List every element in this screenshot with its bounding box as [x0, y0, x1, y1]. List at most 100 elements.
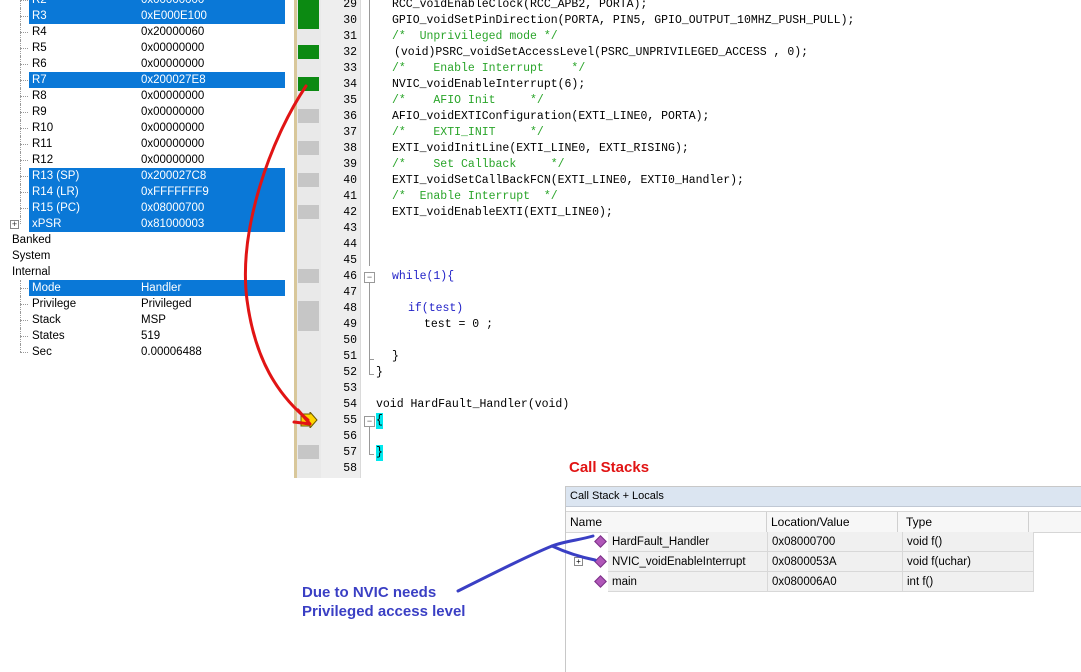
- line-number: 35: [343, 94, 357, 107]
- code-line-if[interactable]: if(test): [408, 301, 463, 317]
- code-comment[interactable]: /* AFIO Init */: [392, 93, 544, 109]
- coverage-not-executed-block: [298, 173, 319, 187]
- line-number: 51: [343, 350, 357, 363]
- register-value[interactable]: 0xE000E100: [141, 8, 207, 24]
- register-value[interactable]: 0x00000000: [141, 104, 204, 120]
- code-line[interactable]: }: [392, 349, 399, 365]
- code-comment[interactable]: /* Unprivileged mode */: [392, 29, 558, 45]
- register-name: R7: [32, 74, 47, 86]
- code-line[interactable]: GPIO_voidSetPinDirection(PORTA, PIN5, GP…: [392, 13, 854, 29]
- register-value[interactable]: 0xFFFFFFF9: [141, 184, 209, 200]
- register-value[interactable]: 0x00000000: [141, 120, 204, 136]
- line-number: 48: [343, 302, 357, 315]
- call-stack-row[interactable]: main 0x080006A0 int f(): [566, 572, 1036, 592]
- code-editor[interactable]: − − 29 30 31 32 33 34 35 36 37 38 39 40 …: [286, 0, 1081, 478]
- fold-end: [369, 374, 374, 375]
- code-line[interactable]: RCC_voidEnableClock(RCC_APB2, PORTA);: [392, 0, 647, 13]
- column-header-name[interactable]: Name: [566, 512, 767, 532]
- code-comment[interactable]: /* Enable Interrupt */: [392, 61, 585, 77]
- register-row-r7[interactable]: R7 0x200027E8: [0, 72, 286, 88]
- register-row-r14-lr[interactable]: R14 (LR) 0xFFFFFFF9: [0, 184, 286, 200]
- expand-icon[interactable]: +: [10, 220, 19, 229]
- register-row-r12[interactable]: R12 0x00000000: [0, 152, 286, 168]
- register-value[interactable]: 0x81000003: [141, 216, 204, 232]
- internal-row-stack[interactable]: Stack MSP: [0, 312, 286, 328]
- line-number: 43: [343, 222, 357, 235]
- register-row-r11[interactable]: R11 0x00000000: [0, 136, 286, 152]
- register-name: Mode: [32, 282, 61, 294]
- group-label: Banked: [12, 234, 52, 246]
- column-header-location[interactable]: Location/Value: [767, 512, 898, 532]
- internal-row-privilege[interactable]: Privilege Privileged: [0, 296, 286, 312]
- register-name: R10: [32, 122, 54, 134]
- code-line[interactable]: test = 0 ;: [424, 317, 493, 333]
- register-value[interactable]: 0x00000000: [141, 40, 204, 56]
- register-row-r3[interactable]: R3 0xE000E100: [0, 8, 286, 24]
- register-row-r13-sp[interactable]: R13 (SP) 0x200027C8: [0, 168, 286, 184]
- register-value[interactable]: 0x00000000: [141, 152, 204, 168]
- register-name: R2: [32, 0, 47, 6]
- code-line[interactable]: }: [376, 365, 383, 381]
- call-stack-row[interactable]: + NVIC_voidEnableInterrupt 0x0800053A vo…: [566, 552, 1036, 572]
- line-number: 53: [343, 382, 357, 395]
- register-value[interactable]: 0x08000700: [141, 200, 204, 216]
- expand-icon[interactable]: +: [574, 557, 583, 566]
- line-number: 44: [343, 238, 357, 251]
- group-system[interactable]: System: [0, 248, 286, 264]
- register-value[interactable]: 0x200027C8: [141, 168, 206, 184]
- call-stack-location: 0x080006A0: [768, 572, 903, 592]
- code-line-brace[interactable]: }: [376, 445, 383, 461]
- function-icon: [594, 535, 607, 548]
- code-line[interactable]: EXTI_voidEnableEXTI(EXTI_LINE0);: [392, 205, 613, 221]
- line-number: 32: [343, 46, 357, 59]
- register-row-r4[interactable]: R4 0x20000060: [0, 24, 286, 40]
- register-name: R14 (LR): [32, 186, 79, 198]
- code-line-current-brace[interactable]: {: [376, 413, 383, 429]
- line-number: 54: [343, 398, 357, 411]
- register-row-xpsr[interactable]: + xPSR 0x81000003: [0, 216, 286, 232]
- code-line[interactable]: (void)PSRC_voidSetAccessLevel(PSRC_UNPRI…: [394, 45, 808, 61]
- code-line-while[interactable]: while(1){: [392, 269, 454, 285]
- register-row-r10[interactable]: R10 0x00000000: [0, 120, 286, 136]
- code-line[interactable]: NVIC_voidEnableInterrupt(6);: [392, 77, 585, 93]
- register-value: Handler: [141, 282, 182, 294]
- register-name: R5: [32, 42, 47, 54]
- register-row-r15-pc[interactable]: R15 (PC) 0x08000700: [0, 200, 286, 216]
- code-line[interactable]: AFIO_voidEXTIConfiguration(EXTI_LINE0, P…: [392, 109, 709, 125]
- fold-toggle-icon[interactable]: −: [364, 416, 375, 427]
- call-stack-row[interactable]: HardFault_Handler 0x08000700 void f(): [566, 532, 1036, 552]
- register-value[interactable]: 0x00000000: [141, 136, 204, 152]
- register-value[interactable]: 0x00000000: [141, 0, 204, 8]
- register-row-r9[interactable]: R9 0x00000000: [0, 104, 286, 120]
- line-number: 46: [343, 270, 357, 283]
- group-internal[interactable]: Internal: [0, 264, 286, 280]
- fold-guide: [369, 359, 370, 374]
- internal-row-sec[interactable]: Sec 0.00006488: [0, 344, 286, 360]
- code-line[interactable]: EXTI_voidSetCallBackFCN(EXTI_LINE0, EXTI…: [392, 173, 744, 189]
- fold-toggle-icon[interactable]: −: [364, 272, 375, 283]
- register-value: 519: [141, 330, 161, 342]
- fold-guide: [369, 427, 370, 454]
- register-name: xPSR: [32, 218, 62, 230]
- internal-row-mode[interactable]: Mode Handler: [0, 280, 286, 296]
- register-value[interactable]: 0x00000000: [141, 88, 204, 104]
- register-row-r5[interactable]: R5 0x00000000: [0, 40, 286, 56]
- code-comment[interactable]: /* EXTI_INIT */: [392, 125, 544, 141]
- code-line[interactable]: EXTI_voidInitLine(EXTI_LINE0, EXTI_RISIN…: [392, 141, 689, 157]
- register-value[interactable]: 0x00000000: [141, 56, 204, 72]
- group-banked[interactable]: Banked: [0, 232, 286, 248]
- column-header-type[interactable]: Type: [902, 512, 1029, 532]
- register-value[interactable]: 0x20000060: [141, 24, 204, 40]
- coverage-not-executed-block: [298, 109, 319, 123]
- register-value: 0.00006488: [141, 346, 202, 358]
- register-row-r6[interactable]: R6 0x00000000: [0, 56, 286, 72]
- register-row-r2[interactable]: R2 0x00000000: [0, 0, 286, 8]
- register-value[interactable]: 0x200027E8: [141, 72, 206, 88]
- code-comment[interactable]: /* Enable Interrupt */: [392, 189, 558, 205]
- register-value: MSP: [141, 314, 166, 326]
- internal-row-states[interactable]: States 519: [0, 328, 286, 344]
- register-name: States: [32, 330, 65, 342]
- code-comment[interactable]: /* Set Callback */: [392, 157, 565, 173]
- code-line-hardfault[interactable]: void HardFault_Handler(void): [376, 397, 569, 413]
- register-row-r8[interactable]: R8 0x00000000: [0, 88, 286, 104]
